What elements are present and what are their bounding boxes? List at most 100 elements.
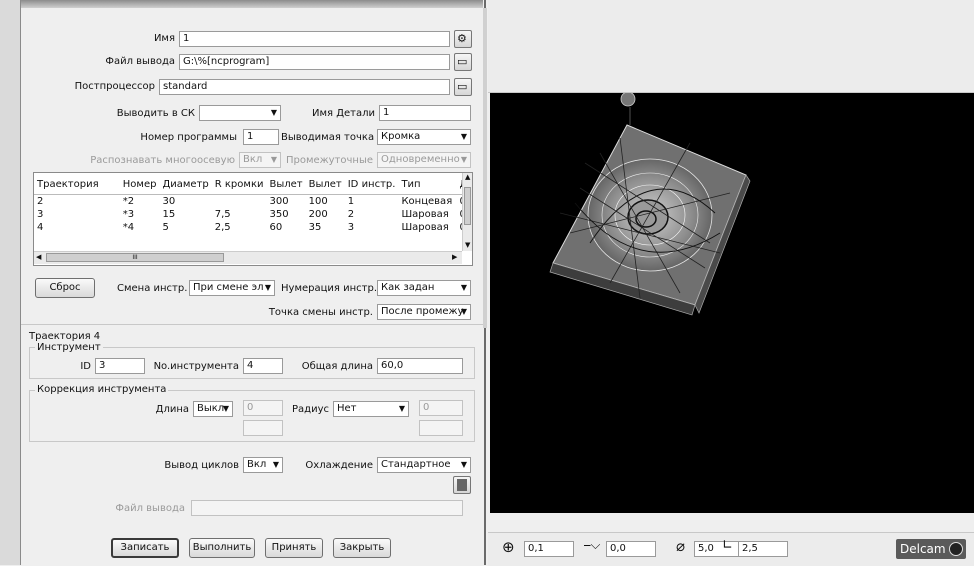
col-header[interactable]: Траектория xyxy=(34,173,120,195)
intermediate-label: Промежуточные xyxy=(285,155,373,166)
tools-table-grid: Траектория Номер Диаметр R кромки Вылет … xyxy=(34,173,472,234)
output-point-label: Выводимая точка xyxy=(281,132,375,143)
thickness-field[interactable]: 0,0 xyxy=(606,541,656,557)
section-divider xyxy=(21,324,483,325)
output-file-field[interactable]: G:\%[ncprogram] xyxy=(179,54,450,70)
table-cell: 3 xyxy=(37,209,44,220)
table-vscrollbar[interactable]: ▲ ▼ xyxy=(462,173,472,251)
brand-logo-icon xyxy=(949,542,963,556)
tool-change-point-dropdown[interactable]: После промежу ▼ xyxy=(377,304,471,320)
chevron-down-icon: ▼ xyxy=(460,307,467,316)
table-cell: 300 xyxy=(269,196,289,207)
table-row[interactable]: 2 *2 30 300 100 1 Концевая 0, xyxy=(34,195,472,209)
chevron-down-icon: ▼ xyxy=(460,460,467,469)
col-header[interactable]: Вылет xyxy=(305,173,345,195)
total-length-field[interactable]: 60,0 xyxy=(377,358,463,374)
postprocessor-folder-icon[interactable]: ▭ xyxy=(454,78,472,96)
part-name-field[interactable]: 1 xyxy=(379,105,471,121)
model-3d-view xyxy=(549,93,751,316)
radius-value-field[interactable]: 0 xyxy=(419,400,463,416)
program-number-field[interactable]: 1 xyxy=(243,129,279,145)
chevron-down-icon: ▼ xyxy=(270,108,277,117)
table-cell: 5 xyxy=(162,222,169,233)
table-cell: 2 xyxy=(347,209,355,220)
toolpath-group-label: Траектория 4 xyxy=(29,331,101,342)
col-header[interactable]: Номер xyxy=(119,173,160,195)
table-row[interactable]: 4 *4 5 2,5 60 35 3 Шаровая 0, xyxy=(34,221,472,234)
table-hscrollbar[interactable]: ◀ III ▶ xyxy=(34,251,462,264)
tool-no-label: No.инструмента xyxy=(153,361,239,372)
write-button[interactable]: Записать xyxy=(111,538,179,558)
postprocessor-field[interactable]: standard xyxy=(159,79,450,95)
output-file2-field[interactable] xyxy=(191,500,463,516)
table-cell: Шаровая xyxy=(401,209,449,220)
scroll-left-icon[interactable]: ◀ xyxy=(36,253,41,261)
dialog-inner-scrollbar[interactable] xyxy=(483,8,487,328)
radius-label: Радиус xyxy=(292,404,329,415)
diameter-icon: ⌀ xyxy=(676,537,686,555)
reset-button[interactable]: Сброс xyxy=(35,278,95,298)
cycles-dropdown[interactable]: Вкл ▼ xyxy=(243,457,283,473)
col-header[interactable]: ID инстр. xyxy=(344,173,399,195)
table-cell xyxy=(212,195,267,209)
table-cell: 3 xyxy=(347,222,355,233)
calculator-icon[interactable] xyxy=(453,476,471,494)
chevron-down-icon: ▼ xyxy=(398,404,405,413)
program-number-label: Номер программы xyxy=(140,132,237,143)
output-cs-dropdown[interactable]: ▼ xyxy=(199,105,281,121)
graphics-viewport[interactable] xyxy=(490,93,974,513)
tool-library-icon[interactable]: ⚙ xyxy=(454,30,472,48)
length-value-field[interactable]: 0 xyxy=(243,400,283,416)
scroll-thumb[interactable] xyxy=(464,187,471,225)
col-header[interactable]: R кромки xyxy=(211,173,267,195)
corner-radius-icon: ∟ xyxy=(722,538,733,553)
intermediate-dropdown[interactable]: Одновременно ▼ xyxy=(377,152,471,168)
execute-button[interactable]: Выполнить xyxy=(189,538,255,558)
tool-numbering-dropdown[interactable]: Как задан ▼ xyxy=(377,280,471,296)
output-file2-label: Файл вывода xyxy=(115,503,185,514)
name-field[interactable]: 1 xyxy=(179,31,450,47)
tool-change-point-label: Точка смены инстр. xyxy=(268,307,373,318)
chevron-down-icon: ▼ xyxy=(460,283,467,292)
radius-field[interactable]: 2,5 xyxy=(738,541,788,557)
chevron-down-icon: ▼ xyxy=(222,404,229,413)
length-extra-field[interactable] xyxy=(243,420,283,436)
id-field[interactable]: 3 xyxy=(95,358,145,374)
tolerance-field[interactable]: 0,1 xyxy=(524,541,574,557)
scroll-down-icon[interactable]: ▼ xyxy=(465,241,470,249)
col-header[interactable]: Вылет xyxy=(266,173,306,195)
chevron-down-icon: ▼ xyxy=(270,155,277,164)
folder-open-icon[interactable]: ▭ xyxy=(454,53,472,71)
table-cell: 15 xyxy=(162,209,176,220)
recognize-multiaxis-dropdown[interactable]: Вкл ▼ xyxy=(239,152,281,168)
accept-button[interactable]: Принять xyxy=(265,538,323,558)
radius-extra-field[interactable] xyxy=(419,420,463,436)
crosshair-icon: ⊕ xyxy=(502,538,515,556)
cooling-dropdown[interactable]: Стандартное ▼ xyxy=(377,457,471,473)
tool-numbering-label: Нумерация инстр. xyxy=(281,283,377,294)
radius-dropdown[interactable]: Нет ▼ xyxy=(333,401,409,417)
table-row[interactable]: 3 *3 15 7,5 350 200 2 Шаровая 0, xyxy=(34,208,472,221)
table-cell: 4 xyxy=(37,222,44,233)
length-label: Длина xyxy=(155,404,189,415)
tools-table: Траектория Номер Диаметр R кромки Вылет … xyxy=(33,172,473,266)
table-cell: 350 xyxy=(269,209,289,220)
output-point-dropdown[interactable]: Кромка ▼ xyxy=(377,129,471,145)
tool-no-field[interactable]: 4 xyxy=(243,358,283,374)
top-toolbar-strip xyxy=(488,0,974,93)
thickness-icon: ⎯⌵ xyxy=(584,538,601,553)
tool-change-dropdown[interactable]: При смене эл ▼ xyxy=(189,280,275,296)
table-cell: *3 xyxy=(122,209,135,220)
length-dropdown[interactable]: Выкл ▼ xyxy=(193,401,233,417)
close-button[interactable]: Закрыть xyxy=(333,538,391,558)
hscroll-thumb[interactable]: III xyxy=(46,253,224,262)
diameter-field[interactable]: 5,0 xyxy=(694,541,744,557)
cycles-label: Вывод циклов xyxy=(164,460,239,471)
scroll-right-icon[interactable]: ▶ xyxy=(452,253,457,261)
col-header[interactable]: Тип xyxy=(398,173,457,195)
name-label: Имя xyxy=(153,33,175,44)
scroll-up-icon[interactable]: ▲ xyxy=(465,173,470,181)
table-cell: *4 xyxy=(122,222,135,233)
table-cell: 35 xyxy=(308,222,322,233)
col-header[interactable]: Диаметр xyxy=(159,173,212,195)
